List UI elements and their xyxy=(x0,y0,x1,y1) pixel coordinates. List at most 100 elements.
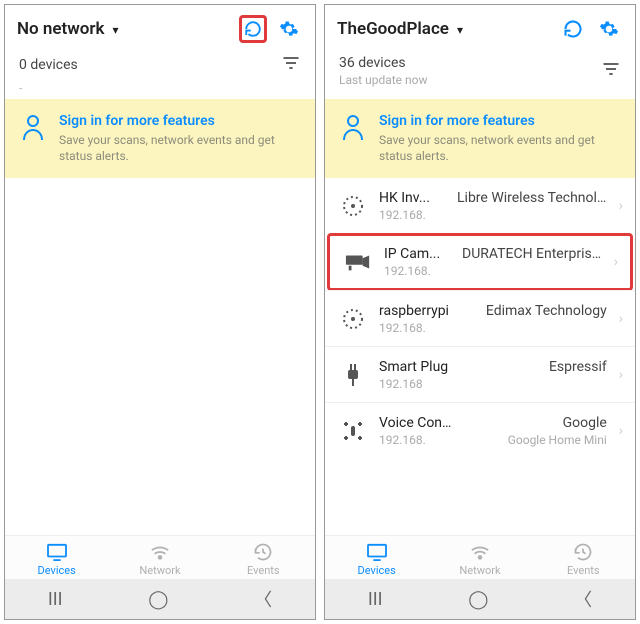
monitor-icon xyxy=(46,542,68,562)
chevron-right-icon: › xyxy=(619,367,623,383)
back-button[interactable]: 〈 xyxy=(574,586,592,612)
signin-title: Sign in for more features xyxy=(379,113,619,129)
signin-subtitle: Save your scans, network events and get … xyxy=(379,133,619,164)
signin-subtitle: Save your scans, network events and get … xyxy=(59,133,299,164)
signin-title: Sign in for more features xyxy=(59,113,299,129)
device-meta xyxy=(442,208,607,222)
device-info: HK Inv...Libre Wireless Technologies192.… xyxy=(379,190,607,222)
device-vendor: Espressif xyxy=(464,359,607,375)
user-icon xyxy=(21,113,45,164)
tab-devices[interactable]: Devices xyxy=(325,542,428,577)
header: TheGoodPlace ▾ xyxy=(325,5,635,51)
refresh-icon xyxy=(563,19,583,39)
chevron-down-icon[interactable]: ▾ xyxy=(113,23,119,37)
phone-right: TheGoodPlace ▾ 36 devices Last update no… xyxy=(324,4,636,620)
device-row[interactable]: IP Cam... DURATECH Enterprise,LLC 192.168.… xyxy=(327,233,633,291)
device-name: Smart Plug xyxy=(379,359,448,375)
voice-icon xyxy=(339,417,367,445)
signin-banner[interactable]: Sign in for more features Save your scan… xyxy=(5,99,315,178)
wifi-icon xyxy=(149,542,171,562)
tab-network[interactable]: Network xyxy=(108,542,211,577)
chevron-right-icon: › xyxy=(614,254,618,270)
settings-button[interactable] xyxy=(595,15,623,43)
device-name: raspberrypi xyxy=(379,303,449,319)
device-ip: 192.168. xyxy=(379,321,426,335)
device-meta xyxy=(447,264,602,278)
chevron-right-icon: › xyxy=(619,423,623,439)
recent-apps-button[interactable]: III xyxy=(368,589,383,610)
signin-banner[interactable]: Sign in for more features Save your scan… xyxy=(325,99,635,178)
last-update: Last update now xyxy=(339,73,428,87)
network-title[interactable]: No network xyxy=(17,19,105,39)
refresh-button[interactable] xyxy=(559,15,587,43)
device-count: 36 devices xyxy=(339,55,428,71)
device-info: raspberrypi Edimax Technology 192.168. xyxy=(379,303,607,335)
chevron-down-icon[interactable]: ▾ xyxy=(457,23,463,37)
home-button[interactable]: ◯ xyxy=(148,589,168,610)
user-icon xyxy=(341,113,365,164)
home-button[interactable]: ◯ xyxy=(468,589,488,610)
signin-text: Sign in for more features Save your scan… xyxy=(59,113,299,164)
device-vendor: DURATECH Enterprise,LLC xyxy=(462,246,602,262)
device-name: IP Cam... xyxy=(384,246,446,262)
generic-icon xyxy=(339,192,367,220)
device-row[interactable]: HK Inv...Libre Wireless Technologies192.… xyxy=(325,178,635,234)
device-row[interactable]: raspberrypi Edimax Technology 192.168. › xyxy=(325,290,635,346)
device-vendor: Libre Wireless Technologies xyxy=(457,190,607,206)
device-list[interactable]: HK Inv...Libre Wireless Technologies192.… xyxy=(325,178,635,535)
filter-icon xyxy=(601,61,621,77)
tab-events[interactable]: Events xyxy=(212,542,315,577)
tab-network[interactable]: Network xyxy=(428,542,531,577)
chevron-right-icon: › xyxy=(619,198,623,214)
device-ip: 192.168. xyxy=(379,433,426,447)
filter-button[interactable] xyxy=(601,61,621,81)
filter-icon xyxy=(281,55,301,71)
signin-text: Sign in for more features Save your scan… xyxy=(379,113,619,164)
refresh-icon xyxy=(244,19,262,39)
settings-button[interactable] xyxy=(275,15,303,43)
device-list-empty xyxy=(5,178,315,535)
tab-label: Events xyxy=(247,564,280,577)
device-meta xyxy=(442,321,607,335)
tab-label: Events xyxy=(567,564,600,577)
tab-label: Devices xyxy=(38,564,76,577)
gear-icon xyxy=(599,19,619,39)
filter-button[interactable] xyxy=(281,55,301,75)
back-button[interactable]: 〈 xyxy=(254,586,272,612)
sub-header: 0 devices xyxy=(5,51,315,83)
system-nav: III ◯ 〈 xyxy=(5,579,315,619)
tab-label: Network xyxy=(139,564,180,577)
refresh-button[interactable] xyxy=(239,15,267,43)
tab-label: Network xyxy=(459,564,500,577)
chevron-right-icon: › xyxy=(619,311,623,327)
device-meta xyxy=(439,377,607,391)
plug-icon xyxy=(339,361,367,389)
camera-icon xyxy=(344,248,372,276)
header: No network ▾ xyxy=(5,5,315,51)
device-info: Smart Plug Espressif 192.168 xyxy=(379,359,607,391)
sub-header: 36 devices Last update now xyxy=(325,51,635,95)
tab-devices[interactable]: Devices xyxy=(5,542,108,577)
device-name: Voice Control xyxy=(379,415,453,431)
device-row[interactable]: Voice Control Google 192.168. Google Home M… xyxy=(325,402,635,458)
device-info: Voice Control Google 192.168. Google Home M… xyxy=(379,415,607,447)
device-row[interactable]: Smart Plug Espressif 192.168 › xyxy=(325,346,635,402)
tab-events[interactable]: Events xyxy=(532,542,635,577)
device-vendor: Edimax Technology xyxy=(465,303,607,319)
network-title[interactable]: TheGoodPlace xyxy=(337,19,449,39)
device-ip: 192.168 xyxy=(379,377,423,391)
device-count: 0 devices xyxy=(19,57,78,73)
tab-label: Devices xyxy=(358,564,396,577)
recent-apps-button[interactable]: III xyxy=(48,589,63,610)
gear-icon xyxy=(279,19,299,39)
bottom-nav: Devices Network Events xyxy=(325,535,635,579)
device-ip: 192.168. xyxy=(379,208,426,222)
device-meta: Google Home Mini xyxy=(442,433,607,447)
wifi-icon xyxy=(469,542,491,562)
device-info: IP Cam... DURATECH Enterprise,LLC 192.168. xyxy=(384,246,602,278)
device-ip: 192.168. xyxy=(384,264,431,278)
phone-left: No network ▾ 0 devices - Sign in for mor… xyxy=(4,4,316,620)
device-vendor: Google xyxy=(469,415,607,431)
monitor-icon xyxy=(366,542,388,562)
history-icon xyxy=(573,542,593,562)
